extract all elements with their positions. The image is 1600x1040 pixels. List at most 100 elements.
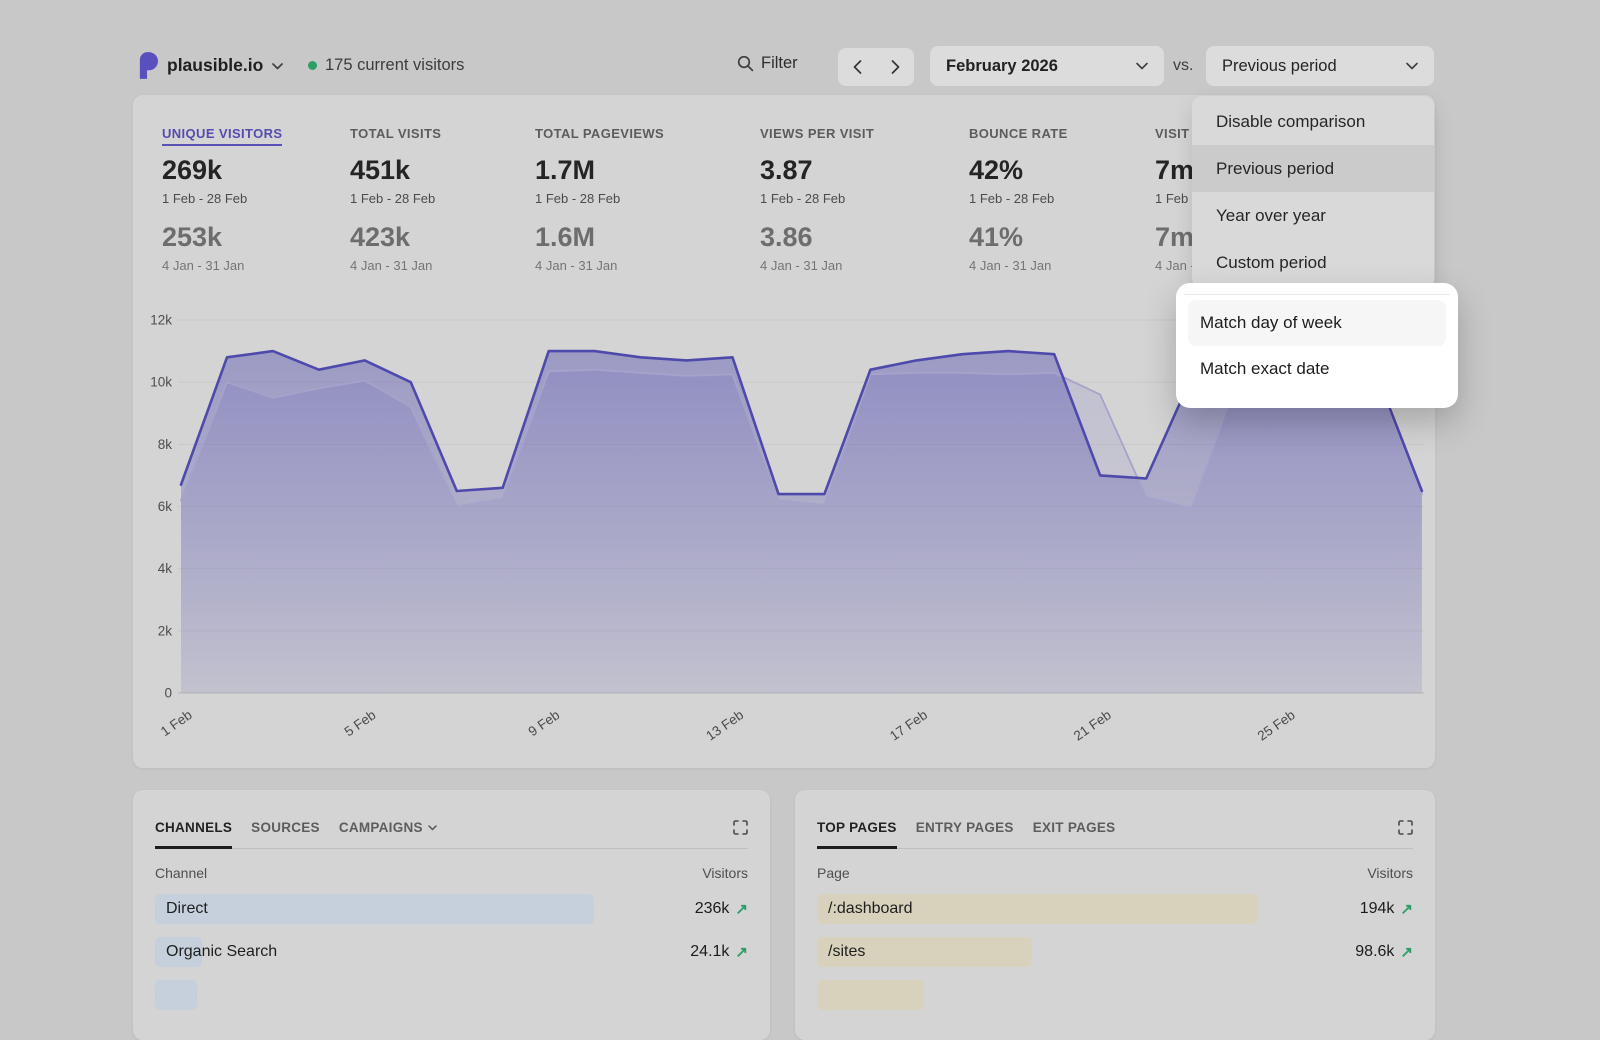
metric-label: TOTAL PAGEVIEWS [535,126,664,146]
metric-period: 1 Feb - 28 Feb [969,191,1124,206]
filter-button[interactable]: Filter [737,54,798,73]
channels-panel: CHANNELS SOURCES CAMPAIGNS Channel Visit… [133,790,770,1040]
metric-value: 451k [350,155,505,186]
row-label: /:dashboard [817,900,913,918]
row-value: 236k [695,900,730,918]
expand-panel-button[interactable] [731,818,750,837]
chevron-down-icon [1406,62,1418,70]
svg-text:2k: 2k [158,623,173,638]
svg-text:12k: 12k [150,313,172,328]
svg-text:4k: 4k [158,561,173,576]
metric-prev-value: 3.86 [760,222,945,253]
table-row-organic-search[interactable]: Organic Search 24.1k ↗ [155,937,748,967]
svg-text:6k: 6k [158,499,173,514]
row-value: 98.6k [1355,943,1394,961]
svg-text:17 Feb: 17 Feb [887,707,930,743]
row-label: /sites [817,943,865,961]
comparison-label: Previous period [1222,57,1337,76]
menu-item-match-exact-date[interactable]: Match exact date [1188,346,1446,392]
tab-campaigns[interactable]: CAMPAIGNS [339,820,437,849]
metric-bounce-rate[interactable]: BOUNCE RATE 42% 1 Feb - 28 Feb 41% 4 Jan… [945,126,1124,273]
chevron-down-icon [1136,62,1148,70]
table-row-sites[interactable]: /sites 98.6k ↗ [817,937,1413,967]
site-switcher[interactable]: plausible.io [137,52,283,79]
current-visitors[interactable]: 175 current visitors [308,56,464,75]
metric-prev-period: 4 Jan - 31 Jan [969,258,1124,273]
menu-divider [1184,294,1450,295]
table-row-direct[interactable]: Direct 236k↗ [155,894,748,924]
tab-sources[interactable]: SOURCES [251,820,320,849]
metric-unique-visitors[interactable]: UNIQUE VISITORS 269k 1 Feb - 28 Feb 253k… [162,126,320,273]
table-row-dashboard[interactable]: /:dashboard 194k↗ [817,894,1413,924]
chevron-right-icon [891,60,900,74]
comparison-menu: Disable comparison Previous period Year … [1192,96,1434,288]
metric-prev-value: 1.6M [535,222,730,253]
trend-up-icon: ↗ [735,943,748,961]
table-header: Channel Visitors [155,865,748,881]
metric-prev-period: 4 Jan - 31 Jan [760,258,945,273]
metric-label: UNIQUE VISITORS [162,126,282,146]
metric-total-visits[interactable]: TOTAL VISITS 451k 1 Feb - 28 Feb 423k 4 … [320,126,505,273]
menu-item-previous-period[interactable]: Previous period [1192,145,1434,192]
menu-item-custom-period[interactable]: Custom period [1192,239,1434,286]
trend-up-icon: ↗ [1400,943,1413,961]
chevron-down-icon [272,63,283,70]
pages-panel: TOP PAGES ENTRY PAGES EXIT PAGES Page Vi… [795,790,1435,1040]
panel-divider [155,848,748,849]
search-icon [737,55,754,72]
site-name: plausible.io [167,55,263,76]
metric-period: 1 Feb - 28 Feb [162,191,320,206]
metric-label: TOTAL VISITS [350,126,441,146]
expand-panel-button[interactable] [1396,818,1415,837]
metric-views-per-visit[interactable]: VIEWS PER VISIT 3.87 1 Feb - 28 Feb 3.86… [730,126,945,273]
date-range-selector[interactable]: February 2026 [930,46,1164,86]
row-label: Organic Search [155,943,277,961]
metric-label: BOUNCE RATE [969,126,1068,146]
table-header: Page Visitors [817,865,1413,881]
column-channel: Channel [155,865,207,881]
expand-icon [1398,820,1413,835]
row-value: 24.1k [690,943,729,961]
current-visitors-label: 175 current visitors [325,56,464,75]
metric-prev-value: 41% [969,222,1124,253]
metric-value: 269k [162,155,320,186]
tab-channels[interactable]: CHANNELS [155,820,232,849]
svg-text:8k: 8k [158,437,173,452]
filter-label: Filter [761,54,798,73]
tab-entry-pages[interactable]: ENTRY PAGES [916,820,1014,849]
metric-period: 1 Feb - 28 Feb [535,191,730,206]
menu-item-disable-comparison[interactable]: Disable comparison [1192,98,1434,145]
svg-text:9 Feb: 9 Feb [526,707,563,739]
menu-item-match-day-of-week[interactable]: Match day of week [1188,300,1446,346]
plausible-analytics-dashboard: { "header": { "site_name": "plausible.io… [0,0,1600,1006]
next-period-arrow-button[interactable] [876,48,914,86]
svg-text:10k: 10k [150,375,172,390]
date-range-label: February 2026 [946,57,1058,76]
metric-label: VIEWS PER VISIT [760,126,874,146]
metric-value: 42% [969,155,1124,186]
metric-value: 1.7M [535,155,730,186]
svg-text:5 Feb: 5 Feb [342,707,379,739]
comparison-selector[interactable]: Previous period [1206,46,1434,86]
period-nav [838,48,914,86]
metric-prev-value: 423k [350,222,505,253]
plausible-logo-icon [137,52,158,79]
metric-prev-value: 253k [162,222,320,253]
match-options-panel: Match day of week Match exact date [1176,283,1458,408]
column-page: Page [817,865,850,881]
svg-text:1 Feb: 1 Feb [158,707,195,739]
tab-top-pages[interactable]: TOP PAGES [817,820,897,849]
trend-up-icon: ↗ [1400,900,1413,918]
metric-total-pageviews[interactable]: TOTAL PAGEVIEWS 1.7M 1 Feb - 28 Feb 1.6M… [505,126,730,273]
channels-tabs: CHANNELS SOURCES CAMPAIGNS [133,790,770,849]
chevron-down-icon [428,825,437,831]
tab-exit-pages[interactable]: EXIT PAGES [1033,820,1116,849]
metric-prev-period: 4 Jan - 31 Jan [162,258,320,273]
previous-period-arrow-button[interactable] [838,48,876,86]
menu-item-year-over-year[interactable]: Year over year [1192,192,1434,239]
column-visitors: Visitors [1367,865,1413,881]
metric-prev-period: 4 Jan - 31 Jan [535,258,730,273]
svg-text:25 Feb: 25 Feb [1255,707,1298,743]
trend-up-icon: ↗ [735,900,748,918]
pages-tabs: TOP PAGES ENTRY PAGES EXIT PAGES [795,790,1435,849]
